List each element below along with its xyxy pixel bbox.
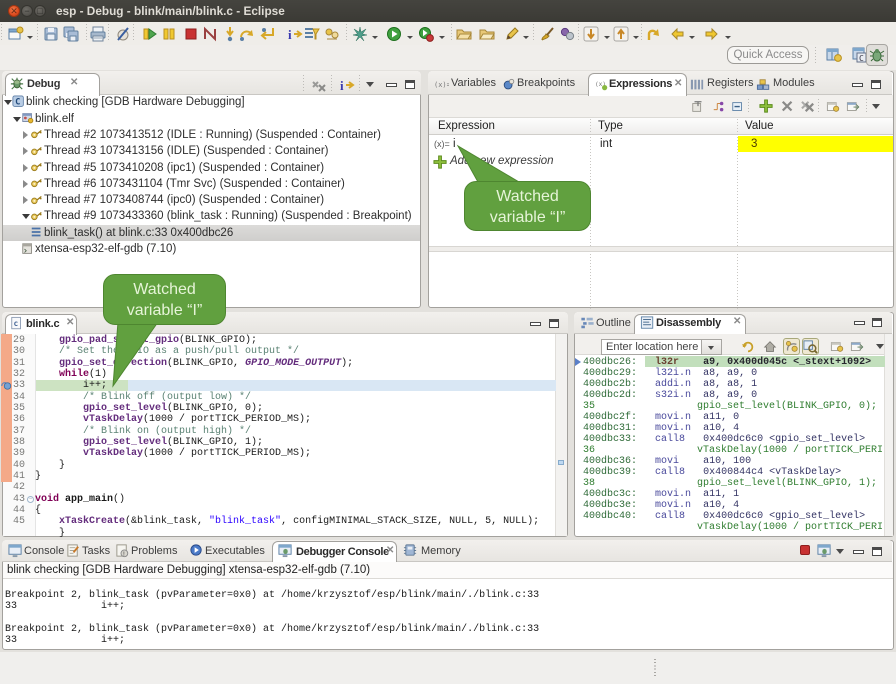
svg-text:C: C	[15, 98, 20, 108]
svg-text:c: c	[14, 319, 19, 328]
svg-text:C: C	[859, 54, 864, 63]
svg-text:(x)=: (x)=	[434, 81, 449, 89]
svg-text:i: i	[340, 78, 344, 93]
svg-text:i: i	[288, 27, 292, 42]
svg-text:!: !	[123, 551, 125, 558]
